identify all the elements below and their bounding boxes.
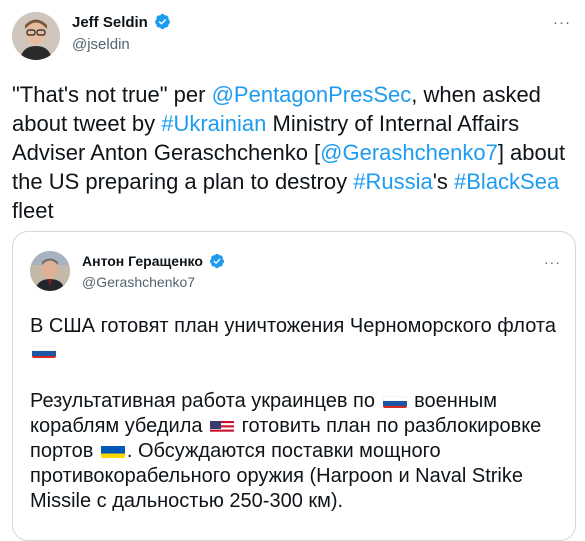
usa-flag-icon [210, 418, 235, 433]
verified-badge-icon [209, 253, 226, 270]
quoted-author-name-row[interactable]: Антон Геращенко [82, 253, 226, 270]
quoted-author-name[interactable]: Антон Геращенко [82, 253, 203, 269]
quoted-author-handle[interactable]: @Gerashchenko7 [82, 274, 195, 290]
quoted-text-part: Результативная работа украинцев по [30, 390, 381, 412]
tweet: Jeff Seldin @jseldin ··· "That's not tru… [0, 0, 585, 541]
author-avatar[interactable] [12, 12, 60, 60]
hashtag-link[interactable]: #Russia [353, 169, 432, 194]
quoted-tweet[interactable]: Антон Геращенко @Gerashchenko7 ··· В США… [12, 231, 576, 541]
mention-link[interactable]: @PentagonPresSec [212, 82, 412, 107]
quoted-paragraph: В США готовят план уничтожения Черноморс… [30, 314, 560, 364]
tweet-text-part: "That's not true" per [12, 82, 212, 107]
hashtag-link[interactable]: #Ukrainian [161, 111, 266, 136]
russia-flag-icon [382, 393, 407, 408]
more-icon[interactable]: ··· [544, 254, 561, 270]
tweet-text-part: fleet [12, 198, 54, 223]
ukraine-flag-icon [100, 443, 125, 458]
tweet-text-part: 's [432, 169, 455, 194]
author-name-row[interactable]: Jeff Seldin [72, 13, 171, 31]
tweet-text: "That's not true" per @PentagonPresSec, … [12, 80, 572, 225]
more-icon[interactable]: ··· [553, 14, 571, 31]
author-handle[interactable]: @jseldin [72, 36, 130, 53]
author-name[interactable]: Jeff Seldin [72, 14, 148, 31]
quoted-tweet-text: В США готовят план уничтожения Черноморс… [30, 314, 560, 539]
hashtag-link[interactable]: #BlackSea [454, 169, 559, 194]
verified-badge-icon [154, 13, 171, 30]
quoted-text-part: В США готовят план уничтожения Черноморс… [30, 315, 556, 337]
quoted-author-avatar[interactable] [30, 251, 70, 291]
mention-link[interactable]: @Gerashchenko7 [320, 140, 498, 165]
russia-flag-icon [32, 343, 56, 358]
quoted-paragraph: Результативная работа украинцев по военн… [30, 389, 560, 514]
